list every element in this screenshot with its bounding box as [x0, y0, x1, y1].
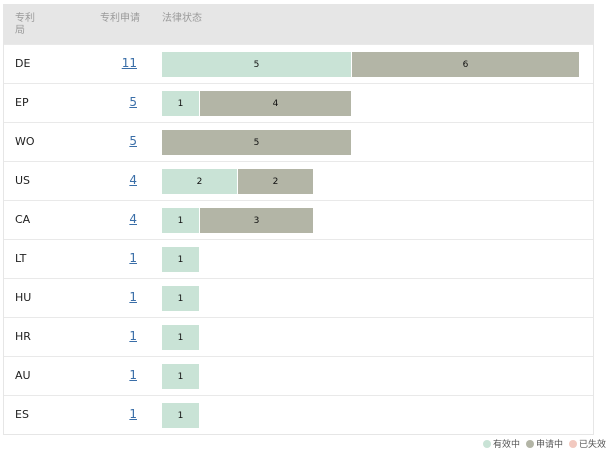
office-code: US [15, 174, 31, 187]
table-row: ES 1 1 [4, 395, 593, 434]
status-segment-valid[interactable]: 1 [162, 91, 200, 116]
legal-status-bar: 1 [162, 286, 200, 311]
application-count-link[interactable]: 1 [129, 290, 137, 304]
legal-status-bar: 5 [162, 130, 352, 155]
status-segment-valid[interactable]: 1 [162, 286, 200, 311]
status-segment-pending[interactable]: 2 [238, 169, 314, 194]
status-segment-pending[interactable]: 3 [200, 208, 314, 233]
office-code: EP [15, 96, 29, 109]
office-code: WO [15, 135, 35, 148]
header-legal-status: 法律状态 [162, 13, 202, 24]
status-segment-valid[interactable]: 2 [162, 169, 238, 194]
legend-item-valid[interactable]: 有效中 [482, 437, 520, 450]
legend-dot-icon [482, 439, 491, 448]
table-row: HR 1 1 [4, 317, 593, 356]
legal-status-bar: 14 [162, 91, 352, 116]
legend-label: 已失效 [578, 440, 606, 450]
legal-status-bar: 1 [162, 247, 200, 272]
application-count-link[interactable]: 11 [122, 56, 137, 70]
table-row: US 4 2 2 [4, 161, 593, 200]
legend-label: 申请中 [535, 440, 563, 450]
status-segment-pending[interactable]: 4 [200, 91, 352, 116]
legal-status-bar: 1 [162, 364, 200, 389]
status-segment-valid[interactable]: 1 [162, 208, 200, 233]
legal-status-bar: 22 [162, 169, 314, 194]
status-legend: 有效中 申请中 已失效 [477, 437, 606, 450]
header-office: 专利局 [15, 13, 35, 36]
table-row: WO 5 5 [4, 122, 593, 161]
application-count-link[interactable]: 5 [129, 134, 137, 148]
application-count-link[interactable]: 4 [129, 212, 137, 226]
application-count-link[interactable]: 1 [129, 407, 137, 421]
legend-dot-icon [525, 439, 534, 448]
application-count-link[interactable]: 1 [129, 329, 137, 343]
table-row: EP 5 1 4 [4, 83, 593, 122]
application-count-link[interactable]: 5 [129, 95, 137, 109]
office-code: HR [15, 330, 31, 343]
table-row: LT 1 1 [4, 239, 593, 278]
legal-status-bar: 56 [162, 52, 580, 77]
office-code: HU [15, 291, 32, 304]
status-segment-valid[interactable]: 1 [162, 325, 200, 350]
table-header: 专利局 专利申请 法律状态 [4, 5, 593, 44]
legend-label: 有效中 [492, 440, 520, 450]
legend-item-lapsed[interactable]: 已失效 [568, 437, 606, 450]
table-row: CA 4 1 3 [4, 200, 593, 239]
table-row: HU 1 1 [4, 278, 593, 317]
status-segment-pending[interactable]: 5 [162, 130, 352, 155]
legal-status-bar: 1 [162, 403, 200, 428]
legal-status-bar: 1 [162, 325, 200, 350]
office-code: CA [15, 213, 31, 226]
status-segment-valid[interactable]: 5 [162, 52, 352, 77]
status-segment-valid[interactable]: 1 [162, 364, 200, 389]
office-code: AU [15, 369, 31, 382]
application-count-link[interactable]: 1 [129, 251, 137, 265]
patent-office-table: 专利局 专利申请 法律状态 DE 11 5 6 EP 5 1 4 WO 5 5 US 4 2 2 CA 4 1 3 L… [3, 4, 594, 435]
office-code: DE [15, 57, 31, 70]
legend-dot-icon [568, 439, 577, 448]
office-code: LT [15, 252, 27, 265]
office-code: ES [15, 408, 29, 421]
table-row: DE 11 5 6 [4, 44, 593, 83]
application-count-link[interactable]: 4 [129, 173, 137, 187]
status-segment-pending[interactable]: 6 [352, 52, 580, 77]
application-count-link[interactable]: 1 [129, 368, 137, 382]
table-row: AU 1 1 [4, 356, 593, 395]
legal-status-bar: 13 [162, 208, 314, 233]
status-segment-valid[interactable]: 1 [162, 247, 200, 272]
legend-item-pending[interactable]: 申请中 [525, 437, 563, 450]
status-segment-valid[interactable]: 1 [162, 403, 200, 428]
header-count: 专利申请 [100, 13, 140, 24]
